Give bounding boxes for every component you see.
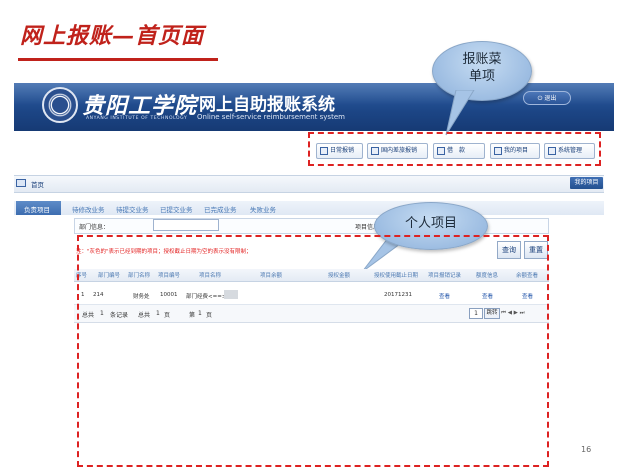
menu-label: 日常报销	[330, 147, 355, 154]
list-icon	[494, 147, 502, 155]
callout-personal-text: 个人项目	[404, 216, 457, 231]
slide-title: 网上报账—首页面	[20, 23, 205, 49]
menu-daily-reimburse-button[interactable]: 日常报销	[316, 143, 363, 159]
dept-info-label: 部门信息：	[79, 224, 110, 231]
menu-label: 借 款	[447, 147, 466, 154]
system-title: 网上自助报账系统	[199, 95, 335, 115]
logout-button[interactable]: ⏻ 退出	[523, 91, 571, 105]
menu-system-admin-button[interactable]: 系统管理	[544, 143, 595, 159]
travel-icon	[371, 147, 379, 155]
system-title-en: Online self-service reimbursement system	[197, 113, 345, 121]
callout-menu-line1: 报账菜	[462, 52, 502, 67]
loan-icon	[437, 147, 445, 155]
document-icon	[320, 147, 328, 155]
callout-menu-line2: 单项	[468, 69, 495, 84]
title-underline	[18, 58, 218, 61]
menu-my-projects-button[interactable]: 我的项目	[490, 143, 540, 159]
tab-failed[interactable]: 失败业务	[250, 204, 276, 214]
tab-completed[interactable]: 已完成业务	[204, 204, 237, 214]
menu-label: 国内差旅报销	[381, 147, 418, 154]
dept-info-input[interactable]	[153, 219, 219, 231]
menu-label: 系统管理	[558, 147, 583, 154]
school-logo-center	[52, 97, 68, 113]
gear-icon	[548, 147, 556, 155]
logout-label: 退出	[544, 95, 557, 102]
tab-pending-modify[interactable]: 待修改业务	[72, 204, 105, 214]
slide-page-number: 16	[581, 445, 592, 454]
menu-label: 我的项目	[504, 147, 529, 154]
home-bar	[14, 175, 604, 193]
my-project-button[interactable]: 我的项目	[570, 177, 603, 189]
school-name-en: ANYANG INSTITUTE OF TECHNOLOGY	[86, 116, 188, 121]
tab-pending-submit[interactable]: 待提交业务	[116, 204, 149, 214]
tab-submitted[interactable]: 已提交业务	[160, 204, 193, 214]
home-label[interactable]: 首页	[31, 179, 44, 189]
home-icon	[16, 179, 26, 187]
tab-responsible-projects[interactable]: 负责项目	[24, 204, 50, 214]
menu-travel-reimburse-button[interactable]: 国内差旅报销	[367, 143, 428, 159]
menu-loan-button[interactable]: 借 款	[433, 143, 485, 159]
personal-projects-highlight-box	[77, 235, 549, 467]
